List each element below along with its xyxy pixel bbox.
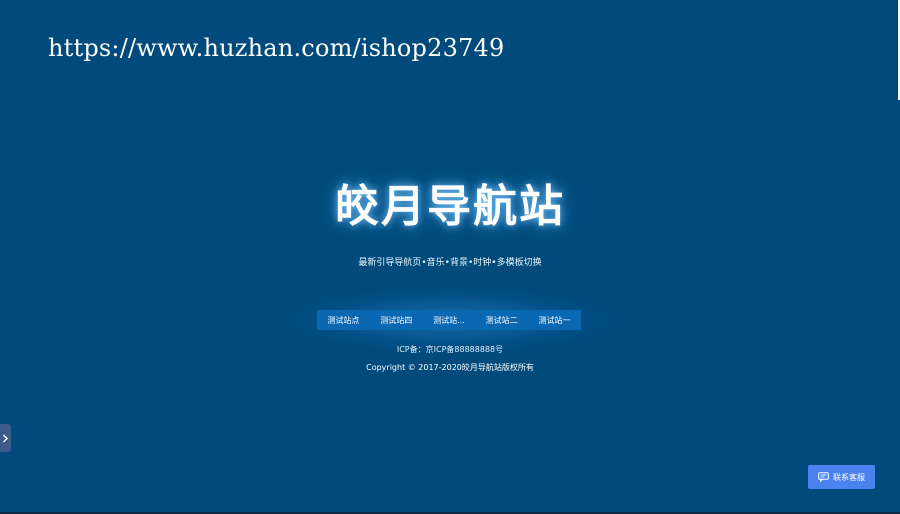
- icp-record[interactable]: ICP备：京ICP备88888888号: [0, 344, 900, 355]
- nav-link-1[interactable]: 测试站点: [327, 315, 359, 326]
- nav-link-5[interactable]: 测试站一: [539, 315, 571, 326]
- hero: 皎月导航站 最新引导导航页•音乐•背景•时钟•多模板切换: [0, 176, 900, 270]
- nav-link-2[interactable]: 测试站四: [380, 315, 412, 326]
- nav-link-3[interactable]: 测试站...: [433, 315, 465, 326]
- side-panel-toggle[interactable]: [0, 424, 11, 452]
- chevron-right-icon: [3, 434, 8, 442]
- site-title: 皎月导航站: [335, 181, 565, 232]
- nav-link-4[interactable]: 测试站二: [486, 315, 518, 326]
- site-tagline: 最新引导导航页•音乐•背景•时钟•多模板切换: [358, 258, 542, 268]
- chat-icon: [818, 472, 829, 482]
- contact-support-button[interactable]: 联系客服: [808, 465, 875, 489]
- nav-bar: 测试站点 测试站四 测试站... 测试站二 测试站一: [317, 310, 581, 330]
- watermark-url: https://www.huzhan.com/ishop23749: [48, 34, 505, 62]
- copyright-text: Copyright © 2017-2020皎月导航站版权所有: [366, 363, 534, 372]
- contact-support-label: 联系客服: [833, 472, 865, 482]
